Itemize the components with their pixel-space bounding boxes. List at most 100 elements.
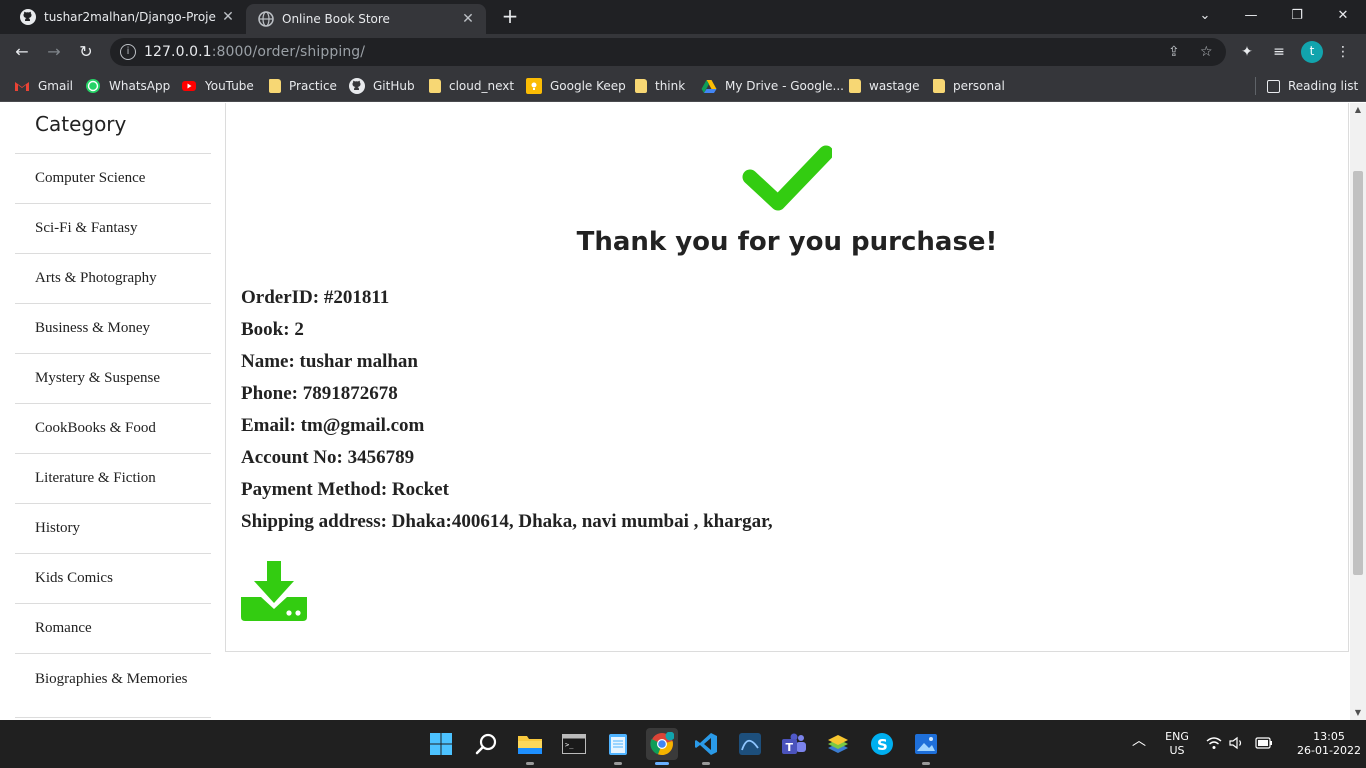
browser-toolbar: ← → ↻ i 127.0.0.1:8000/order/shipping/ ⇪…: [0, 34, 1366, 70]
category-literature-fiction[interactable]: Literature & Fiction: [15, 454, 211, 504]
reload-icon[interactable]: ↻: [74, 40, 98, 64]
reading-list-icon: [1267, 79, 1280, 93]
start-icon[interactable]: [425, 728, 457, 760]
tab-title: tushar2malhan/Django-Projects: [44, 10, 216, 24]
category-arts-photography[interactable]: Arts & Photography: [15, 254, 211, 304]
page-viewport: Category Computer Science Sci-Fi & Fanta…: [0, 103, 1350, 720]
chrome-icon[interactable]: [646, 728, 678, 765]
order-account-no: Account No: 3456789: [241, 447, 415, 468]
clock-time: 13:05: [1313, 730, 1345, 743]
category-kids-comics[interactable]: Kids Comics: [15, 554, 211, 604]
clock[interactable]: 13:05 26-01-2022: [1296, 730, 1362, 758]
close-tab-icon[interactable]: ✕: [216, 9, 240, 25]
checkmark-icon: [742, 145, 832, 211]
tab-title: Online Book Store: [282, 12, 390, 26]
restore-icon[interactable]: ❐: [1274, 0, 1320, 34]
volume-icon[interactable]: [1229, 736, 1245, 754]
reading-list-button[interactable]: Reading list: [1267, 70, 1358, 102]
svg-text:>_: >_: [565, 741, 574, 749]
scroll-thumb[interactable]: [1353, 171, 1363, 575]
bookmarks-bar: Gmail WhatsApp YouTube Practice GitHub c…: [0, 70, 1366, 102]
globe-icon: [258, 11, 274, 27]
menu-icon[interactable]: ⋮: [1332, 41, 1354, 63]
mysql-workbench-icon[interactable]: [734, 728, 766, 760]
scroll-down-icon[interactable]: ▼: [1350, 706, 1366, 720]
file-explorer-icon[interactable]: [514, 728, 546, 765]
order-shipping-address: Shipping address: Dhaka:400614, Dhaka, n…: [241, 511, 773, 532]
teams-icon[interactable]: T: [778, 728, 810, 760]
category-romance[interactable]: Romance: [15, 604, 211, 654]
share-icon[interactable]: ⇪: [1168, 44, 1180, 60]
svg-text:T: T: [786, 741, 794, 754]
order-payment-method: Payment Method: Rocket: [241, 479, 449, 500]
category-computer-science[interactable]: Computer Science: [15, 154, 211, 204]
category-history[interactable]: History: [15, 504, 211, 554]
search-icon[interactable]: [470, 728, 502, 760]
keep-icon: [526, 78, 542, 94]
github-icon: [20, 9, 36, 25]
drive-icon: [701, 78, 717, 94]
svg-text:S: S: [877, 736, 888, 754]
wifi-icon[interactable]: [1206, 736, 1222, 754]
bookmark-google-keep[interactable]: Google Keep: [526, 70, 626, 102]
category-biographies-memories[interactable]: Biographies & Memories: [15, 654, 211, 718]
order-email: Email: tm@gmail.com: [241, 415, 425, 436]
profile-avatar[interactable]: t: [1301, 41, 1323, 63]
windows-taskbar: >_ T S ︿ ENG US 13:05 26-01-2022: [0, 720, 1366, 768]
browser-tab-strip: tushar2malhan/Django-Projects ✕ Online B…: [0, 0, 1366, 34]
close-tab-icon[interactable]: ✕: [456, 11, 480, 27]
terminal-icon[interactable]: >_: [558, 728, 590, 760]
bookmark-whatsapp[interactable]: WhatsApp: [85, 70, 170, 102]
notepad-icon[interactable]: [602, 728, 634, 765]
bookmark-wastage[interactable]: wastage: [849, 70, 919, 102]
bookmark-personal[interactable]: personal: [933, 70, 1005, 102]
clock-date: 26-01-2022: [1297, 744, 1361, 757]
address-bar[interactable]: i 127.0.0.1:8000/order/shipping/ ⇪ ☆: [110, 38, 1226, 66]
running-indicator: [614, 762, 622, 765]
extensions-icon[interactable]: ✦: [1236, 41, 1258, 63]
order-id: OrderID: #201811: [241, 287, 390, 308]
minimize-icon[interactable]: —: [1228, 0, 1274, 34]
language-indicator[interactable]: ENG US: [1160, 730, 1194, 758]
order-book-count: Book: 2: [241, 319, 304, 340]
tab-online-book-store[interactable]: Online Book Store ✕: [246, 4, 486, 34]
gmail-icon: [14, 78, 30, 94]
github-icon: [349, 78, 365, 94]
media-playlist-icon[interactable]: ≡: [1268, 41, 1290, 63]
bookmark-my-drive[interactable]: My Drive - Google...: [701, 70, 844, 102]
order-confirmation-panel: Thank you for you purchase! OrderID: #20…: [225, 103, 1349, 652]
running-indicator: [655, 762, 669, 765]
bookmarks-divider: [1255, 77, 1256, 95]
photos-icon[interactable]: [910, 728, 942, 765]
category-business-money[interactable]: Business & Money: [15, 304, 211, 354]
new-tab-button[interactable]: +: [498, 5, 522, 29]
download-icon[interactable]: [241, 561, 307, 623]
forward-icon[interactable]: →: [42, 40, 66, 64]
bookmark-gmail[interactable]: Gmail: [14, 70, 73, 102]
page-scrollbar[interactable]: ▲ ▼: [1350, 103, 1366, 720]
show-hidden-icons-icon[interactable]: ︿: [1132, 734, 1146, 748]
category-scifi-fantasy[interactable]: Sci-Fi & Fantasy: [15, 204, 211, 254]
bluestacks-icon[interactable]: [822, 728, 854, 760]
bookmark-star-icon[interactable]: ☆: [1200, 44, 1213, 60]
back-icon[interactable]: ←: [10, 40, 34, 64]
running-indicator: [526, 762, 534, 765]
bookmark-practice[interactable]: Practice: [269, 70, 337, 102]
bookmark-cloud-next[interactable]: cloud_next: [429, 70, 514, 102]
order-name: Name: tushar malhan: [241, 351, 418, 372]
category-mystery-suspense[interactable]: Mystery & Suspense: [15, 354, 211, 404]
bookmark-youtube[interactable]: YouTube: [181, 70, 254, 102]
vscode-icon[interactable]: [690, 728, 722, 765]
site-info-icon[interactable]: i: [120, 44, 136, 60]
battery-icon[interactable]: [1253, 736, 1273, 754]
bookmark-think[interactable]: think: [635, 70, 685, 102]
window-close-icon[interactable]: ✕: [1320, 0, 1366, 34]
skype-icon[interactable]: S: [866, 728, 898, 760]
folder-icon: [933, 79, 945, 93]
scroll-up-icon[interactable]: ▲: [1350, 103, 1366, 117]
order-details: OrderID: #201811 Book: 2 Name: tushar ma…: [241, 282, 773, 538]
tab-search-icon[interactable]: ⌄: [1182, 0, 1228, 34]
category-cookbooks-food[interactable]: CookBooks & Food: [15, 404, 211, 454]
bookmark-github[interactable]: GitHub: [349, 70, 415, 102]
tab-github-projects[interactable]: tushar2malhan/Django-Projects ✕: [8, 0, 246, 34]
